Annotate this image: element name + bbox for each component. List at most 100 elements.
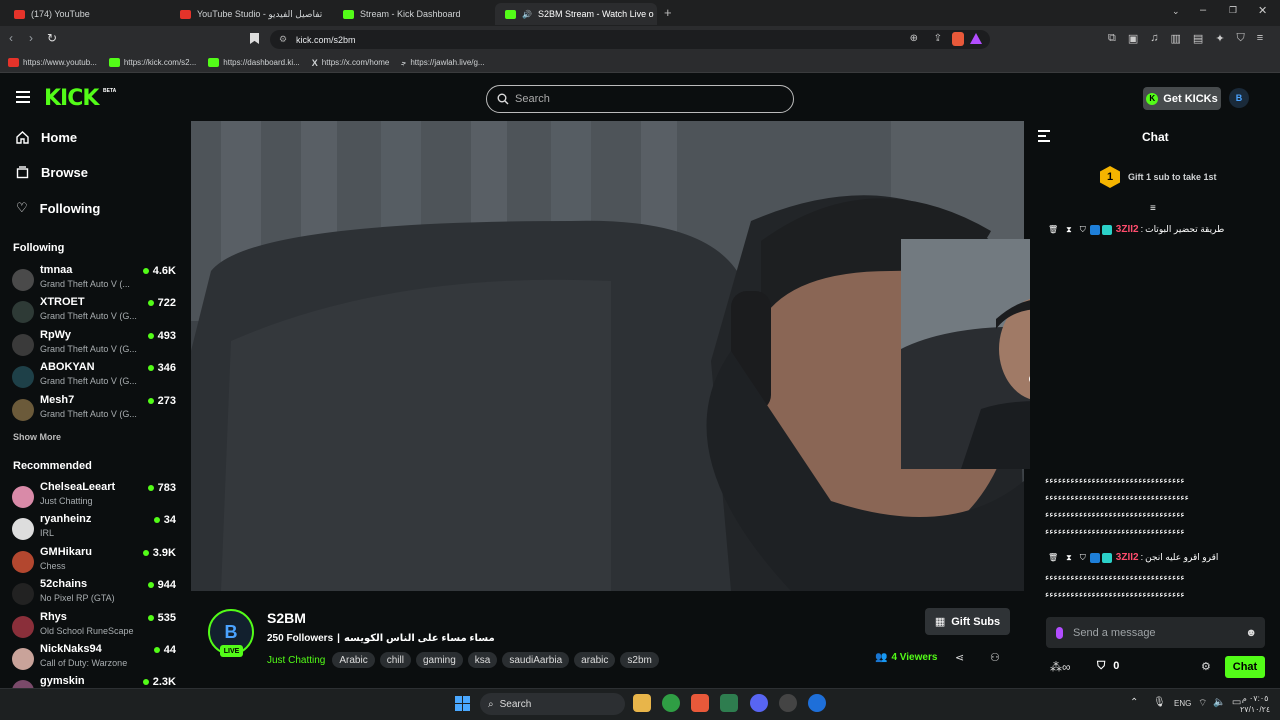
trash-icon[interactable]: 🗑: [1048, 225, 1058, 234]
chat-message[interactable]: ءءءءءءءءءءءءءءءءءءءءءءءءءءءءءءءءء: [1045, 572, 1185, 583]
music-icon[interactable]: ♫: [1150, 32, 1158, 45]
extensions-icon[interactable]: ⧉: [1108, 32, 1116, 45]
sidebar-channel[interactable]: Mesh7 Grand Theft Auto V (G... 273: [12, 394, 176, 426]
sidebar-item-browse[interactable]: Browse: [16, 165, 88, 180]
search-input[interactable]: Search: [486, 85, 794, 113]
menu-icon[interactable]: ≡: [1257, 32, 1263, 45]
sidebar-channel[interactable]: ChelseaLeeart Just Chatting 783: [12, 481, 176, 513]
chat-message[interactable]: 🗑 ⧗ ⛉ 3ZII2: طريقة تحضير البوتات: [1048, 224, 1224, 235]
brave-rewards-icon[interactable]: [970, 33, 982, 44]
category-link[interactable]: Just Chatting: [267, 655, 325, 666]
tag-chip[interactable]: saudiAarbia: [502, 652, 570, 668]
sidebar-channel[interactable]: ABOKYAN Grand Theft Auto V (G... 346: [12, 361, 176, 393]
mic-icon[interactable]: [1056, 626, 1063, 639]
chrome-icon[interactable]: [662, 694, 680, 712]
windows-start-icon[interactable]: [455, 696, 470, 711]
gift-leaderboard-prompt[interactable]: Gift 1 sub to take 1st: [1128, 172, 1217, 182]
chat-message[interactable]: ءءءءءءءءءءءءءءءءءءءءءءءءءءءءءءءءء: [1045, 526, 1185, 537]
sidebar-channel[interactable]: XTROET Grand Theft Auto V (G... 722: [12, 296, 176, 328]
forward-icon[interactable]: ›: [29, 31, 33, 45]
chat-message[interactable]: 🗑 ⧗ ⛉ 3ZII2: اقرو اقرو عليه انجن: [1048, 552, 1218, 563]
chat-message[interactable]: ءءءءءءءءءءءءءءءءءءءءءءءءءءءءءءءءء: [1045, 475, 1185, 486]
send-chat-button[interactable]: Chat: [1225, 656, 1265, 678]
discord-icon[interactable]: [750, 694, 768, 712]
collapse-chat-icon[interactable]: [1038, 130, 1052, 142]
taskbar-search[interactable]: ⌕ Search: [480, 693, 625, 715]
sidebar-channel[interactable]: ryanheinz IRL 34: [12, 513, 176, 545]
site-info-icon[interactable]: ⚙: [279, 34, 287, 45]
bookmark-kick-dashboard[interactable]: https://dashboard.ki...: [208, 58, 300, 67]
hamburger-icon[interactable]: [16, 91, 30, 103]
sidebar-channel[interactable]: RpWy Grand Theft Auto V (G... 493: [12, 329, 176, 361]
terminal-icon[interactable]: [720, 694, 738, 712]
chat-settings-icon[interactable]: ⚙: [1201, 660, 1211, 673]
chat-message[interactable]: ءءءءءءءءءءءءءءءءءءءءءءءءءءءءءءءءء: [1045, 589, 1185, 600]
pinned-toggle-icon[interactable]: ≡: [1150, 203, 1156, 214]
share-stream-icon[interactable]: ⋖: [955, 651, 964, 664]
bookmark-youtube[interactable]: https://www.youtub...: [8, 58, 97, 67]
tag-chip[interactable]: gaming: [415, 652, 463, 668]
sidebar-channel[interactable]: 52chains No Pixel RP (GTA) 944: [12, 578, 176, 610]
get-kicks-button[interactable]: K Get KICKs: [1143, 87, 1221, 110]
show-more-link[interactable]: Show More: [13, 432, 61, 442]
chat-message[interactable]: ءءءءءءءءءءءءءءءءءءءءءءءءءءءءءءءءء: [1045, 509, 1185, 520]
tab-search-icon[interactable]: ⌄: [1172, 6, 1180, 17]
minimize-icon[interactable]: –: [1200, 4, 1206, 16]
sidebar-item-home[interactable]: Home: [16, 130, 77, 145]
brave-shields-icon[interactable]: [952, 32, 964, 46]
bookmark-icon[interactable]: [250, 33, 259, 44]
chat-username[interactable]: 3ZII2: [1116, 224, 1139, 235]
leo-icon[interactable]: ✦: [1215, 32, 1224, 45]
tag-chip[interactable]: arabic: [574, 652, 616, 668]
browser-tab-youtube-studio[interactable]: YouTube Studio - تفاصيل الفيديو: [170, 3, 332, 25]
tray-overflow-icon[interactable]: ⌃: [1130, 697, 1138, 708]
user-avatar[interactable]: B: [1229, 88, 1249, 108]
zoom-icon[interactable]: ⊕: [910, 33, 918, 44]
file-explorer-icon[interactable]: [633, 694, 651, 712]
tag-chip[interactable]: chill: [379, 652, 411, 668]
clock[interactable]: ٠٧:٠٥ م ٢٧/١٠/٢٤: [1240, 693, 1270, 715]
share-icon[interactable]: ⇪: [934, 33, 942, 44]
close-window-icon[interactable]: ✕: [1258, 4, 1267, 17]
tag-chip[interactable]: Arabic: [332, 652, 375, 668]
gift-subs-button[interactable]: ▦ Gift Subs: [925, 608, 1010, 635]
chat-username[interactable]: 3ZII2: [1116, 552, 1139, 563]
tag-chip[interactable]: ksa: [467, 652, 498, 668]
language-indicator[interactable]: ENG: [1174, 699, 1191, 708]
browser-tab-kick-dashboard[interactable]: Stream - Kick Dashboard: [333, 3, 493, 25]
channel-points[interactable]: ⛉ 0: [1097, 660, 1119, 673]
chat-rewards-icon[interactable]: ⁂∞: [1050, 660, 1071, 674]
chat-input[interactable]: Send a message ☻: [1046, 617, 1265, 648]
wallet-icon[interactable]: ▣: [1128, 32, 1138, 45]
sidebar-channel[interactable]: GMHikaru Chess 3.9K: [12, 546, 176, 578]
bookmark-kick[interactable]: https://kick.com/s2...: [108, 58, 196, 67]
sidebar-item-following[interactable]: ♡ Following: [16, 200, 100, 216]
timeout-icon[interactable]: ⧗: [1066, 225, 1072, 234]
emoji-icon[interactable]: ☻: [1245, 627, 1257, 639]
browser-tab-youtube[interactable]: (174) YouTube: [4, 3, 172, 25]
sidebar-icon[interactable]: ▥: [1171, 32, 1181, 45]
new-tab-button[interactable]: +: [664, 5, 672, 20]
brave-icon[interactable]: [691, 694, 709, 712]
browser-tab-s2bm-stream[interactable]: 🔊 S2BM Stream - Watch Live o ✕: [495, 3, 657, 25]
chat-message[interactable]: ءءءءءءءءءءءءءءءءءءءءءءءءءءءءءءءءءء: [1045, 492, 1189, 503]
trash-icon[interactable]: 🗑: [1048, 553, 1058, 562]
kick-logo[interactable]: KICK: [44, 86, 99, 111]
wallet-card-icon[interactable]: ▤: [1193, 32, 1203, 45]
mic-tray-icon[interactable]: 🎙: [1153, 697, 1166, 708]
bookmark-x[interactable]: Xhttps://x.com/home: [312, 58, 390, 68]
timeout-icon[interactable]: ⧗: [1066, 553, 1072, 562]
vpn-icon[interactable]: ⛉: [1237, 32, 1245, 45]
follow-options-icon[interactable]: ⚇: [990, 651, 1000, 664]
app-icon[interactable]: [779, 694, 797, 712]
tag-chip[interactable]: s2bm: [620, 652, 659, 668]
url-field[interactable]: ⚙ kick.com/s2bm ⊕ ⇪: [270, 30, 990, 49]
channel-name[interactable]: S2BM: [267, 610, 306, 626]
sidebar-channel[interactable]: NickNaks94 Call of Duty: Warzone 44: [12, 643, 176, 675]
tray-status[interactable]: ⌔ 🔈 ▭: [1198, 697, 1241, 710]
sidebar-channel[interactable]: tmnaa Grand Theft Auto V (... 4.6K: [12, 264, 176, 296]
vscode-icon[interactable]: [808, 694, 826, 712]
video-player[interactable]: [191, 121, 1024, 591]
maximize-icon[interactable]: ❐: [1229, 5, 1237, 16]
back-icon[interactable]: ‹: [9, 31, 13, 45]
